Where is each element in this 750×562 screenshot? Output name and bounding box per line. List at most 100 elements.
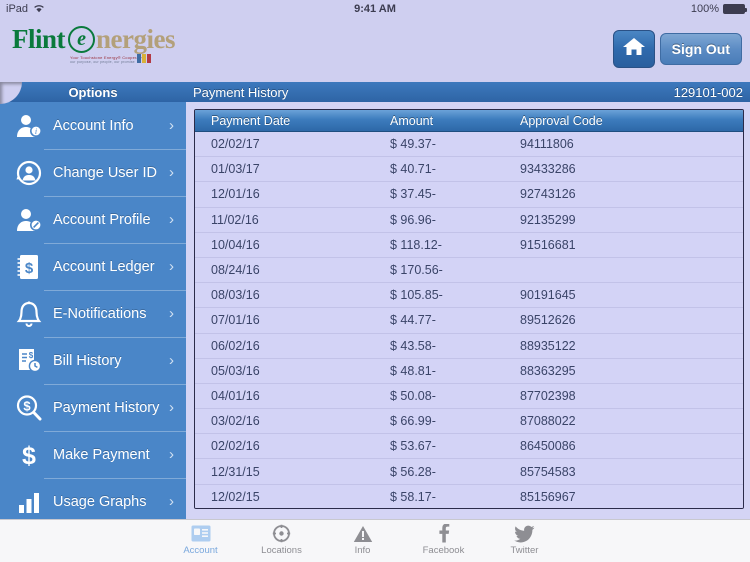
cell-payment-date: 12/01/16	[211, 187, 260, 202]
cell-amount: $ 40.71-	[390, 162, 436, 177]
sidebar-item-usage-graphs[interactable]: Usage Graphs ›	[0, 478, 186, 519]
table-row[interactable]: 02/02/17 $ 49.37- 94111806	[195, 132, 743, 158]
chevron-right-icon: ›	[169, 211, 174, 228]
chevron-right-icon: ›	[169, 493, 174, 510]
cell-payment-date: 02/02/17	[211, 137, 260, 152]
sidebar-title: Options	[68, 84, 118, 100]
sidebar-item-account-profile[interactable]: Account Profile ›	[0, 196, 186, 243]
cell-amount: $ 53.67-	[390, 439, 436, 454]
cell-payment-date: 08/03/16	[211, 288, 260, 303]
table-row[interactable]: 08/03/16 $ 105.85- 90191645	[195, 283, 743, 309]
cell-amount: $ 44.77-	[390, 313, 436, 328]
chevron-right-icon: ›	[169, 352, 174, 369]
table-row[interactable]: 11/02/16 $ 96.96- 92135299	[195, 207, 743, 233]
table-row[interactable]: 12/01/16 $ 37.45- 92743126	[195, 182, 743, 208]
sidebar-item-account-info[interactable]: i Account Info ›	[0, 102, 186, 149]
sidebar-item-label: Account Info	[53, 117, 134, 134]
tab-locations[interactable]: Locations	[241, 520, 322, 556]
cell-approval-code: 87088022	[520, 414, 576, 429]
tab-info[interactable]: Info	[322, 520, 403, 556]
logo-e-circle-icon: e	[68, 25, 96, 53]
tab-twitter[interactable]: Twitter	[484, 520, 565, 556]
account-card-icon	[191, 523, 211, 544]
sidebar-item-list: i Account Info › Change User ID › Account Pro…	[0, 102, 186, 519]
cell-amount: $ 118.12-	[390, 237, 442, 252]
cell-approval-code: 88935122	[520, 338, 576, 353]
battery-percent-label: 100%	[690, 3, 719, 15]
cell-amount: $ 37.45-	[390, 187, 436, 202]
tab-bar-spacer	[0, 520, 160, 562]
table-row[interactable]: 04/01/16 $ 50.08- 87702398	[195, 383, 743, 410]
payment-history-table[interactable]: Payment Date Amount Approval Code 02/02/…	[194, 109, 744, 509]
cell-amount: $ 58.17-	[390, 490, 436, 505]
table-row[interactable]: 12/31/15 $ 56.28- 85754583	[195, 459, 743, 485]
svg-text:$: $	[25, 260, 34, 277]
cell-amount: $ 96.96-	[390, 212, 436, 227]
cell-approval-code: 85156967	[520, 490, 576, 505]
main-panel: Payment History 129101-002 Payment Date …	[186, 82, 750, 519]
cell-payment-date: 04/01/16	[211, 388, 260, 403]
sidebar-item-make-payment[interactable]: $ Make Payment ›	[0, 431, 186, 478]
svg-text:$: $	[29, 351, 34, 360]
table-row[interactable]: 02/02/16 $ 53.67- 86450086	[195, 434, 743, 460]
cell-amount: $ 105.85-	[390, 288, 443, 303]
cell-payment-date: 02/02/16	[211, 439, 260, 454]
tab-facebook[interactable]: Facebook	[403, 520, 484, 556]
svg-text:i: i	[35, 127, 37, 136]
table-row[interactable]: 07/01/16 $ 44.77- 89512626	[195, 308, 743, 334]
table-row[interactable]: 06/02/16 $ 43.58- 88935122	[195, 333, 743, 359]
sidebar-item-label: Bill History	[53, 352, 122, 369]
chevron-right-icon: ›	[169, 399, 174, 416]
tab-list: Account Locations Info Facebook Twitter	[160, 520, 750, 556]
column-header-approval-code: Approval Code	[520, 113, 603, 128]
cell-approval-code: 85754583	[520, 464, 576, 479]
bar-chart-icon	[14, 487, 44, 517]
logo-tagline-secondary: our purpose, our people, our promise	[70, 60, 135, 64]
sidebar-item-e-notifications[interactable]: E-Notifications ›	[0, 290, 186, 337]
table-row[interactable]: 05/03/16 $ 48.81- 88363295	[195, 358, 743, 384]
sidebar-item-change-user-id[interactable]: Change User ID ›	[0, 149, 186, 196]
cell-payment-date: 07/01/16	[211, 313, 260, 328]
tab-label: Account	[183, 545, 218, 556]
table-row[interactable]: 12/02/15 $ 58.17- 85156967	[195, 484, 743, 508]
cell-payment-date: 06/02/16	[211, 338, 260, 353]
logo-word-flint: Flint	[12, 23, 66, 54]
cell-approval-code: 87702398	[520, 388, 576, 403]
column-header-payment-date: Payment Date	[211, 113, 291, 128]
options-sidebar: Options i Account Info › Change User ID › Acc…	[0, 82, 186, 519]
table-row[interactable]: 10/04/16 $ 118.12- 91516681	[195, 232, 743, 258]
cell-payment-date: 01/03/17	[211, 162, 260, 177]
header-button-group: Sign Out	[612, 30, 742, 68]
home-button[interactable]	[612, 30, 655, 68]
page-curl-decoration	[0, 82, 22, 104]
sidebar-item-bill-history[interactable]: $ Bill History ›	[0, 337, 186, 384]
cell-amount: $ 66.99-	[390, 414, 436, 429]
table-row[interactable]: 01/03/17 $ 40.71- 93433286	[195, 157, 743, 183]
table-row[interactable]: 03/02/16 $ 66.99- 87088022	[195, 409, 743, 435]
status-bar-right: 100%	[690, 3, 747, 15]
cell-payment-date: 12/02/15	[211, 490, 260, 505]
sidebar-item-label: Make Payment	[53, 446, 150, 463]
tab-label: Facebook	[422, 545, 465, 556]
logo-word-nergies: nergies	[96, 23, 175, 54]
sidebar-item-payment-history[interactable]: $ Payment History ›	[0, 384, 186, 431]
chevron-right-icon: ›	[169, 305, 174, 322]
table-row[interactable]: 08/24/16 $ 170.56-	[195, 257, 743, 284]
sign-out-button[interactable]: Sign Out	[659, 33, 742, 65]
cell-approval-code: 91516681	[520, 237, 576, 252]
svg-text:$: $	[23, 398, 31, 413]
sidebar-item-label: Payment History	[53, 399, 160, 416]
bell-icon	[14, 299, 44, 329]
sidebar-item-label: Change User ID	[53, 164, 157, 181]
cell-approval-code: 90191645	[520, 288, 576, 303]
cell-amount: $ 170.56-	[390, 263, 443, 278]
cell-approval-code: 93433286	[520, 162, 576, 177]
cell-payment-date: 12/31/15	[211, 464, 260, 479]
tab-account[interactable]: Account	[160, 520, 241, 556]
person-edit-icon	[14, 205, 44, 235]
sidebar-item-account-ledger[interactable]: $ Account Ledger ›	[0, 243, 186, 290]
home-icon	[622, 36, 646, 62]
chevron-right-icon: ›	[169, 164, 174, 181]
touchstone-energy-mark-icon	[137, 54, 151, 63]
sidebar-item-label: E-Notifications	[53, 305, 147, 322]
